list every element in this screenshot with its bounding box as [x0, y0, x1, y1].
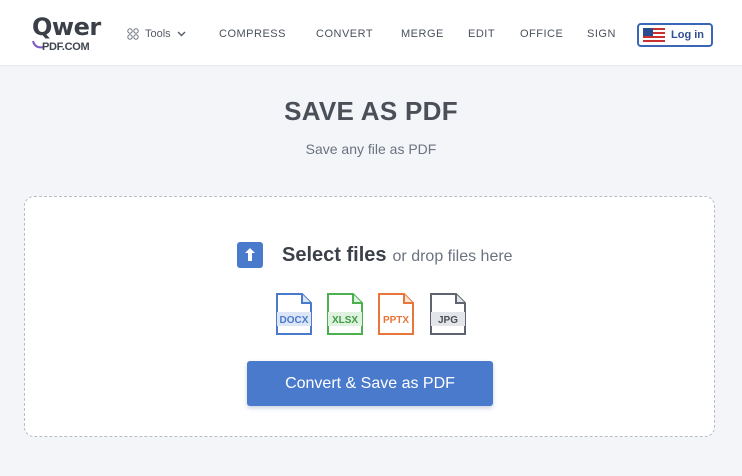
xlsx-file-icon: XLSX	[326, 292, 364, 336]
logo-subtext: PDF.COM	[42, 41, 90, 53]
nav-sign[interactable]: SIGN	[587, 28, 616, 40]
jpg-file-label: JPG	[438, 315, 458, 326]
nav-convert[interactable]: CONVERT	[316, 28, 373, 40]
select-files-label[interactable]: Select files	[282, 244, 387, 267]
docx-file-label: DOCX	[280, 315, 309, 326]
select-files-row[interactable]: Select files or drop files here	[237, 241, 513, 269]
login-label: Log in	[671, 29, 704, 41]
upload-icon	[237, 242, 263, 268]
page-subtitle: Save any file as PDF	[305, 141, 437, 157]
us-flag-icon	[643, 28, 665, 42]
login-button[interactable]: Log in	[637, 23, 713, 47]
tools-label: Tools	[145, 28, 171, 40]
docx-file-icon: DOCX	[275, 292, 313, 336]
drop-files-hint: or drop files here	[392, 248, 513, 265]
pptx-file-label: PPTX	[383, 315, 409, 326]
chevron-down-icon	[177, 31, 186, 37]
site-logo[interactable]: Qwer PDF.COM	[32, 13, 102, 57]
xlsx-file-label: XLSX	[332, 315, 358, 326]
pptx-file-icon: PPTX	[377, 292, 415, 336]
grid-icon	[127, 28, 139, 40]
nav-compress[interactable]: COMPRESS	[219, 28, 286, 40]
top-navbar: Qwer PDF.COM Tools COMPRESS CONVERT MERG…	[0, 0, 742, 66]
convert-save-pdf-button[interactable]: Convert & Save as PDF	[247, 361, 493, 406]
nav-edit[interactable]: EDIT	[468, 28, 495, 40]
tools-menu[interactable]: Tools	[127, 25, 186, 43]
nav-office[interactable]: OFFICE	[520, 28, 563, 40]
nav-merge[interactable]: MERGE	[401, 28, 444, 40]
page-title: SAVE AS PDF	[284, 96, 458, 126]
jpg-file-icon: JPG	[429, 292, 467, 336]
